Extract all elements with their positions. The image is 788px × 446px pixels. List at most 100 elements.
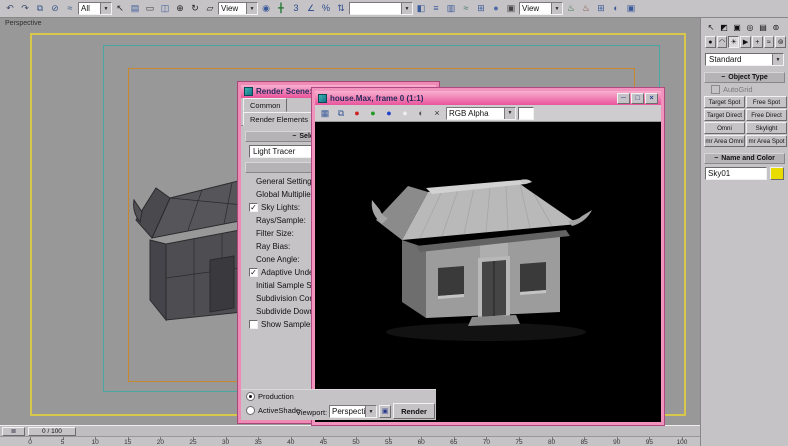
select-and-manipulate-icon[interactable]: ╋	[274, 2, 288, 16]
category-spacewarps-icon[interactable]: ≈	[764, 36, 775, 48]
chevron-down-icon: ▼	[401, 3, 412, 14]
tick-label: 10	[92, 439, 99, 446]
tab-motion[interactable]: ◎	[744, 21, 756, 33]
quick-render-icon[interactable]: ♨	[564, 2, 578, 16]
object-type-button-target-spot[interactable]: Target Spot	[704, 96, 745, 108]
redo-icon[interactable]: ↷	[18, 2, 32, 16]
render-button[interactable]: Render	[393, 403, 435, 419]
category-geometry-icon[interactable]: ●	[705, 36, 716, 48]
curve-editor-icon[interactable]: ≈	[459, 2, 473, 16]
schematic-view-icon[interactable]: ⊞	[474, 2, 488, 16]
collapse-icon: −	[721, 74, 725, 81]
render-scene-icon[interactable]: ▣	[504, 2, 518, 16]
tick-label: 5	[61, 439, 65, 446]
close-button[interactable]: ×	[645, 93, 658, 104]
select-and-move-icon[interactable]: ⊕	[173, 2, 187, 16]
checkbox-checked-icon[interactable]: ✓	[249, 203, 258, 212]
viewport-label[interactable]: Perspective	[5, 20, 42, 27]
select-and-rotate-icon[interactable]: ↻	[188, 2, 202, 16]
checkbox-checked-icon[interactable]: ✓	[249, 268, 258, 277]
select-and-scale-icon[interactable]: ▱	[203, 2, 217, 16]
spinner-snap-icon[interactable]: ⇅	[334, 2, 348, 16]
object-type-button-mr-area-omni[interactable]: mr Area Omni	[704, 135, 745, 147]
light-type-dropdown[interactable]: Standard ▼	[705, 53, 784, 66]
display-floater-icon[interactable]: ◐	[609, 2, 623, 16]
save-bitmap-button[interactable]: ▦	[318, 106, 332, 120]
object-color-swatch[interactable]	[770, 167, 784, 180]
extras-icon[interactable]: ▣	[624, 2, 638, 16]
render-type-dropdown[interactable]: View▼	[519, 2, 563, 15]
render-viewport-dropdown[interactable]: Perspective ▼	[329, 405, 377, 418]
tick-label: 20	[157, 439, 164, 446]
tick-label: 0	[28, 439, 32, 446]
mirror-icon[interactable]: ◧	[414, 2, 428, 16]
object-type-button-target-direct[interactable]: Target Direct	[704, 109, 745, 121]
object-type-button-mr-area-spot[interactable]: mr Area Spot	[746, 135, 787, 147]
category-systems-icon[interactable]: ⊚	[775, 36, 786, 48]
clone-rendered-frame-button[interactable]: ⧉	[334, 106, 348, 120]
enable-green-channel-button[interactable]: ●	[366, 106, 380, 120]
tab-render-elements[interactable]: Render Elements	[243, 112, 315, 126]
rollout-object-type[interactable]: − Object Type	[704, 72, 785, 83]
tab-display[interactable]: ▤	[757, 21, 769, 33]
open-mini-curve-editor-button[interactable]: ≣	[2, 427, 25, 436]
category-lights-icon[interactable]: ☀	[728, 36, 739, 48]
param-label: Cone Angle:	[256, 255, 300, 264]
render-last-icon[interactable]: ♨	[579, 2, 593, 16]
category-cameras-icon[interactable]: ▶	[740, 36, 751, 48]
select-object-icon[interactable]: ↖	[113, 2, 127, 16]
clear-button[interactable]: ×	[430, 106, 444, 120]
minimize-button[interactable]: ─	[617, 93, 630, 104]
align-icon[interactable]: ≡	[429, 2, 443, 16]
percent-snap-icon[interactable]: %	[319, 2, 333, 16]
enable-blue-channel-button[interactable]: ●	[382, 106, 396, 120]
unlink-selection-icon[interactable]: ⊘	[48, 2, 62, 16]
category-shapes-icon[interactable]: ◠	[717, 36, 728, 48]
object-type-button-free-direct[interactable]: Free Direct	[746, 109, 787, 121]
activeshade-radio[interactable]	[246, 406, 255, 415]
undo-icon[interactable]: ↶	[3, 2, 17, 16]
material-navigator-icon[interactable]: ⊞	[594, 2, 608, 16]
tab-hierarchy[interactable]: ▣	[731, 21, 743, 33]
monochrome-button[interactable]: ◐	[414, 106, 428, 120]
lock-render-view-button[interactable]: ▣	[379, 405, 391, 418]
tab-modify[interactable]: ◩	[718, 21, 730, 33]
material-editor-icon[interactable]: ●	[489, 2, 503, 16]
checkbox-icon[interactable]	[249, 320, 258, 329]
angle-snap-icon[interactable]: ∠	[304, 2, 318, 16]
time-slider-handle[interactable]: 0 / 100	[28, 427, 76, 436]
window-crossing-icon[interactable]: ◫	[158, 2, 172, 16]
bind-to-spacewarp-icon[interactable]: ≈	[63, 2, 77, 16]
maximize-button[interactable]: □	[631, 93, 644, 104]
object-type-button-omni[interactable]: Omni	[704, 122, 745, 134]
tab-create[interactable]: ↖	[705, 21, 717, 33]
snap-toggle-icon[interactable]: 3	[289, 2, 303, 16]
selection-filter-dropdown[interactable]: All▼	[78, 2, 112, 15]
rendered-frame-titlebar[interactable]: house.Max, frame 0 (1:1) ─□×	[315, 91, 661, 105]
tick-label: 95	[646, 439, 653, 446]
production-radio[interactable]	[246, 392, 255, 401]
rollout-name-and-color[interactable]: − Name and Color	[704, 153, 785, 164]
object-type-button-free-spot[interactable]: Free Spot	[746, 96, 787, 108]
object-type-button-skylight[interactable]: Skylight	[746, 122, 787, 134]
display-alpha-channel-button[interactable]: ●	[398, 106, 412, 120]
named-selection-sets-dropdown[interactable]: ▼	[349, 2, 413, 15]
layer-manager-icon[interactable]: ▥	[444, 2, 458, 16]
time-slider[interactable]: ≣ 0 / 100	[0, 425, 700, 436]
channel-display-dropdown[interactable]: RGB Alpha▼	[446, 107, 516, 120]
object-name-input[interactable]: Sky01	[705, 167, 767, 180]
category-helpers-icon[interactable]: +	[752, 36, 763, 48]
select-by-name-icon[interactable]: ▤	[128, 2, 142, 16]
tab-utilities[interactable]: ⊚	[770, 21, 782, 33]
use-pivot-center-icon[interactable]: ◉	[259, 2, 273, 16]
enable-red-channel-button[interactable]: ●	[350, 106, 364, 120]
autogrid-checkbox[interactable]	[711, 85, 720, 94]
background-color-swatch[interactable]	[518, 107, 534, 120]
track-bar[interactable]: 0510152025303540455055606570758085909510…	[0, 436, 700, 446]
chevron-down-icon: ▼	[772, 54, 783, 65]
rect-selection-region-icon[interactable]: ▭	[143, 2, 157, 16]
viewport-dropdown-label: Viewport:	[296, 408, 327, 417]
reference-coordsys-dropdown[interactable]: View▼	[218, 2, 258, 15]
select-and-link-icon[interactable]: ⧉	[33, 2, 47, 16]
tab-common[interactable]: Common	[243, 98, 287, 112]
